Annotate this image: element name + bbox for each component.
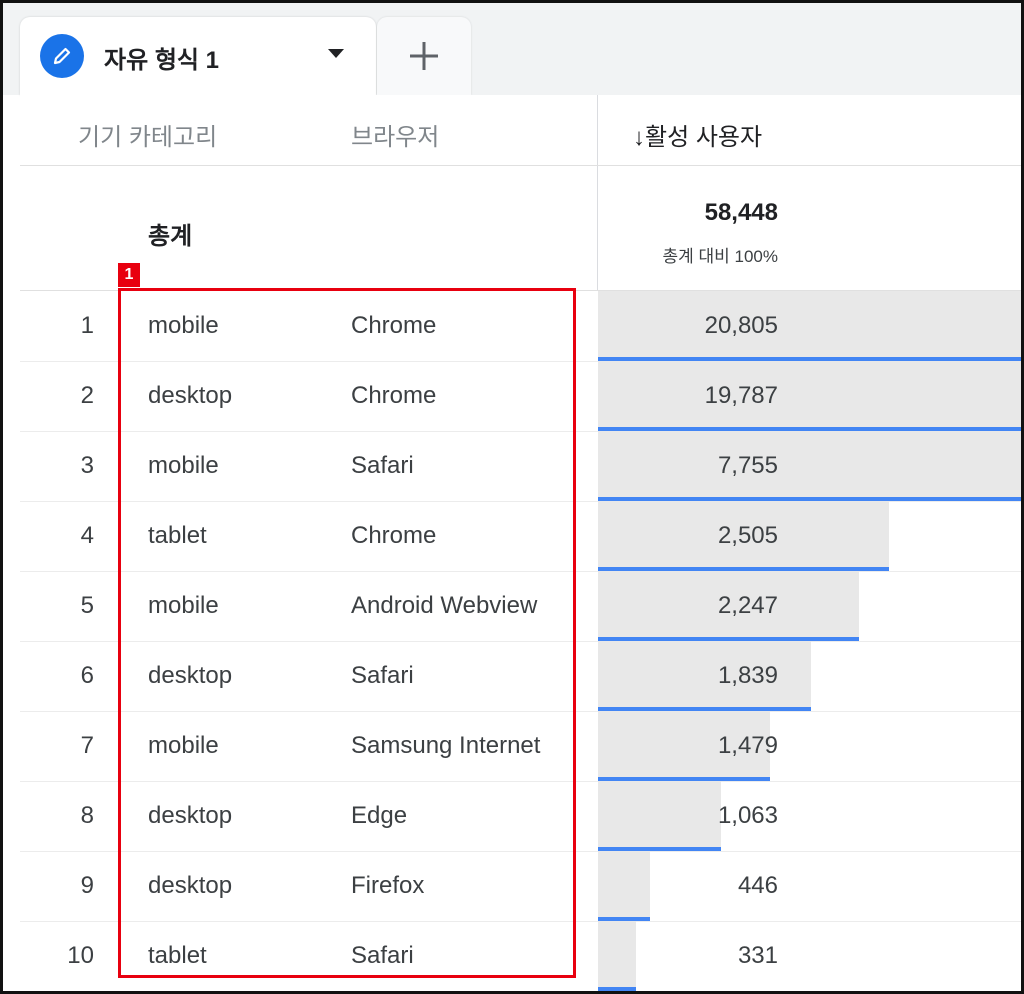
active-users-cell: 19,787 [704, 382, 778, 409]
table-header-row: 기기 카테고리 브라우저 ↓활성 사용자 [20, 95, 1021, 166]
active-users-cell: 1,839 [717, 662, 778, 689]
totals-percentage: 총계 대비 100% [662, 247, 779, 266]
row-index: 4 [80, 522, 94, 549]
totals-value: 58,448 [704, 199, 778, 226]
row-index: 1 [80, 312, 94, 339]
value-bar [598, 851, 650, 921]
row-index: 7 [80, 732, 94, 759]
row-index: 6 [80, 662, 94, 689]
active-users-cell: 1,063 [717, 802, 778, 829]
totals-label: 총계 [148, 223, 193, 250]
value-bar [598, 921, 636, 991]
row-index: 8 [80, 802, 94, 829]
add-tab-button[interactable] [377, 17, 471, 95]
active-users-cell: 2,247 [717, 592, 778, 619]
pencil-icon[interactable] [40, 34, 84, 78]
tab-free-form[interactable]: 자유 형식 1 [20, 17, 376, 95]
plus-icon [410, 42, 438, 70]
row-index: 2 [80, 382, 94, 409]
header-browser[interactable]: 브라우저 [351, 117, 439, 152]
active-users-cell: 7,755 [717, 452, 778, 479]
active-users-cell: 331 [737, 942, 778, 969]
active-users-cell: 2,505 [717, 522, 778, 549]
header-active-users[interactable]: ↓활성 사용자 [633, 117, 762, 152]
row-index: 3 [80, 452, 94, 479]
tab-title: 자유 형식 1 [104, 47, 220, 74]
totals-row: 총계 58,448 총계 대비 100% [20, 166, 1021, 291]
value-bar [598, 431, 1021, 501]
row-index: 10 [67, 942, 94, 969]
active-users-cell: 20,805 [704, 312, 778, 339]
tab-bar: 자유 형식 1 [3, 3, 1021, 95]
row-index: 5 [80, 592, 94, 619]
row-index: 9 [80, 872, 94, 899]
active-users-cell: 1,479 [717, 732, 778, 759]
highlight-badge: 1 [118, 263, 140, 287]
value-bar [598, 781, 721, 851]
value-bar [598, 291, 1021, 361]
chevron-down-icon[interactable] [328, 49, 344, 58]
active-users-cell: 446 [737, 872, 778, 899]
value-bar [598, 641, 811, 711]
header-device-category[interactable]: 기기 카테고리 [78, 117, 217, 152]
value-bar [598, 361, 1021, 431]
highlight-box [118, 288, 576, 978]
report-frame: 자유 형식 1 기기 카테고리 브라우저 ↓활성 사용자 총계 58,448 총… [0, 0, 1024, 994]
